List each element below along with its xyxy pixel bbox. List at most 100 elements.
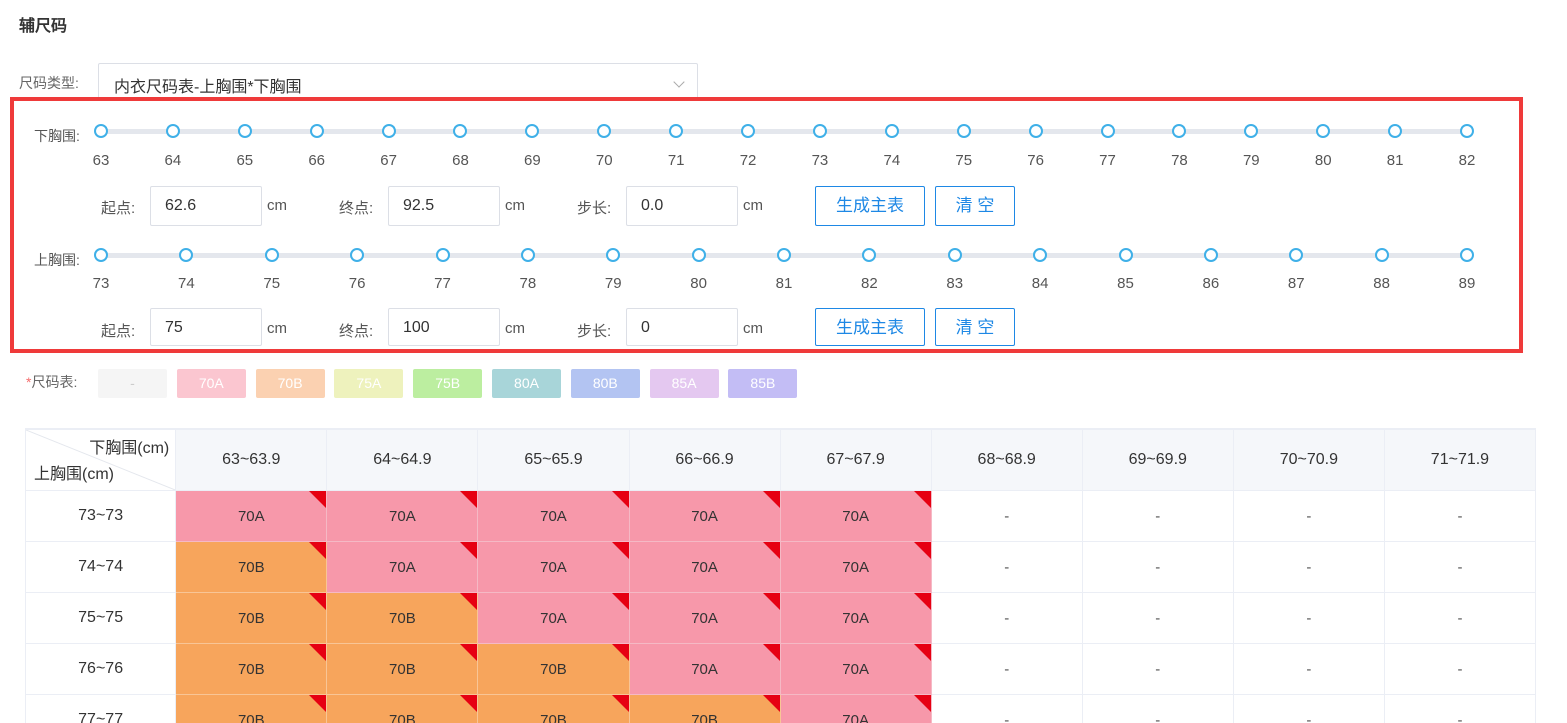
- legend-chip[interactable]: 85A: [649, 369, 719, 398]
- size-cell[interactable]: -: [1232, 541, 1385, 593]
- size-cell[interactable]: 70B: [326, 643, 479, 695]
- under-clear-button[interactable]: 清 空: [935, 186, 1015, 226]
- slider-dot[interactable]: [1100, 124, 1115, 138]
- size-cell[interactable]: 70A: [779, 694, 932, 723]
- size-cell[interactable]: -: [1383, 490, 1536, 542]
- under-step-label: 步长:: [577, 200, 612, 217]
- row-header: 76~76: [25, 643, 177, 695]
- slider-track[interactable]: [101, 129, 1467, 134]
- size-cell[interactable]: 70A: [326, 541, 479, 593]
- size-cell[interactable]: 70A: [779, 592, 932, 644]
- slider-dot[interactable]: [520, 248, 535, 262]
- size-cell[interactable]: -: [1081, 592, 1234, 644]
- legend-chip[interactable]: 85B: [728, 369, 798, 398]
- size-cell[interactable]: 70A: [628, 541, 781, 593]
- under-step-input[interactable]: 0.0: [626, 186, 738, 226]
- size-cell[interactable]: 70A: [477, 490, 630, 542]
- size-cell[interactable]: 70A: [779, 490, 932, 542]
- column-header: 66~66.9: [628, 429, 781, 491]
- size-cell[interactable]: -: [1383, 694, 1536, 723]
- size-cell[interactable]: 70B: [477, 643, 630, 695]
- slider-dot[interactable]: [264, 248, 279, 262]
- size-cell[interactable]: -: [930, 592, 1083, 644]
- size-cell[interactable]: 70A: [326, 490, 479, 542]
- slider-dot[interactable]: [812, 124, 827, 138]
- slider-tick-label: 81: [1386, 152, 1404, 169]
- size-cell[interactable]: 70B: [628, 694, 781, 723]
- upper-start-input[interactable]: 75: [150, 308, 262, 346]
- size-cell[interactable]: -: [1383, 643, 1536, 695]
- slider-tick-label: 77: [1099, 152, 1116, 169]
- upper-generate-button[interactable]: 生成主表: [815, 308, 925, 346]
- legend-chip[interactable]: 70B: [255, 369, 325, 398]
- size-cell[interactable]: 70B: [175, 643, 328, 695]
- size-cell[interactable]: 70A: [477, 592, 630, 644]
- slider-dot[interactable]: [94, 124, 108, 138]
- slider-dot[interactable]: [381, 124, 396, 138]
- row-header: 77~77: [25, 694, 177, 723]
- size-cell[interactable]: 70B: [175, 541, 328, 593]
- size-cell[interactable]: -: [1383, 592, 1536, 644]
- legend-chip[interactable]: 70A: [176, 369, 246, 398]
- size-cell[interactable]: 70A: [628, 643, 781, 695]
- under-start-input[interactable]: 62.6: [150, 186, 262, 226]
- size-cell[interactable]: -: [930, 643, 1083, 695]
- slider-dot[interactable]: [1203, 248, 1218, 262]
- under-end-input[interactable]: 92.5: [388, 186, 500, 226]
- slider-dot[interactable]: [94, 248, 108, 262]
- slider-dot[interactable]: [237, 124, 252, 138]
- slider-tick-label: 85: [1117, 275, 1134, 292]
- slider-dot[interactable]: [1460, 124, 1474, 138]
- slider-dot[interactable]: [741, 124, 756, 138]
- size-cell[interactable]: 70B: [175, 592, 328, 644]
- slider-dot[interactable]: [309, 124, 324, 138]
- legend-chip[interactable]: 80B: [570, 369, 640, 398]
- size-cell[interactable]: 70A: [779, 643, 932, 695]
- size-cell[interactable]: -: [1232, 592, 1385, 644]
- size-cell[interactable]: 70A: [628, 490, 781, 542]
- size-cell[interactable]: -: [1081, 694, 1234, 723]
- legend-chip[interactable]: 80A: [492, 369, 561, 398]
- legend-chip[interactable]: 75A: [334, 369, 404, 398]
- legend-chip[interactable]: -: [98, 369, 167, 398]
- page-title: 辅尺码: [19, 18, 68, 35]
- size-type-select[interactable]: 内衣尺码表-上胸围*下胸围: [98, 63, 698, 101]
- column-header: 63~63.9: [175, 429, 328, 491]
- legend-chip[interactable]: 75B: [413, 369, 483, 398]
- slider-dot[interactable]: [947, 248, 962, 262]
- size-cell[interactable]: 70B: [175, 694, 328, 723]
- slider-dot[interactable]: [1460, 248, 1474, 262]
- size-cell[interactable]: 70A: [779, 541, 932, 593]
- size-cell[interactable]: -: [1232, 643, 1385, 695]
- slider-dot[interactable]: [777, 248, 791, 262]
- upper-step-input[interactable]: 0: [626, 308, 738, 346]
- size-cell[interactable]: 70B: [326, 694, 479, 723]
- upper-end-input[interactable]: 100: [388, 308, 500, 346]
- size-cell[interactable]: 70A: [477, 541, 630, 593]
- slider-dot[interactable]: [1118, 248, 1133, 262]
- size-cell[interactable]: -: [930, 694, 1083, 723]
- size-cell[interactable]: -: [1081, 490, 1234, 542]
- size-cell[interactable]: -: [1232, 490, 1385, 542]
- size-cell[interactable]: 70B: [326, 592, 479, 644]
- size-cell[interactable]: -: [1232, 694, 1385, 723]
- size-cell[interactable]: -: [1081, 541, 1234, 593]
- size-cell[interactable]: 70A: [628, 592, 781, 644]
- slider-dot[interactable]: [1374, 248, 1389, 262]
- size-cell[interactable]: -: [930, 541, 1083, 593]
- upper-end-label: 终点:: [339, 323, 374, 340]
- upper-clear-button[interactable]: 清 空: [935, 308, 1015, 346]
- size-cell[interactable]: -: [1383, 541, 1536, 593]
- slider-dot[interactable]: [691, 248, 706, 262]
- size-cell[interactable]: 70B: [477, 694, 630, 723]
- size-cell[interactable]: -: [930, 490, 1083, 542]
- slider-dot[interactable]: [1028, 124, 1043, 138]
- size-cell[interactable]: 70A: [175, 490, 328, 542]
- under-generate-button[interactable]: 生成主表: [815, 186, 925, 226]
- slider-dot[interactable]: [165, 124, 180, 138]
- slider-dot[interactable]: [1388, 124, 1403, 138]
- size-cell[interactable]: -: [1081, 643, 1234, 695]
- slider-dot[interactable]: [435, 248, 450, 262]
- slider-dot[interactable]: [884, 124, 899, 138]
- slider-dot[interactable]: [956, 124, 971, 138]
